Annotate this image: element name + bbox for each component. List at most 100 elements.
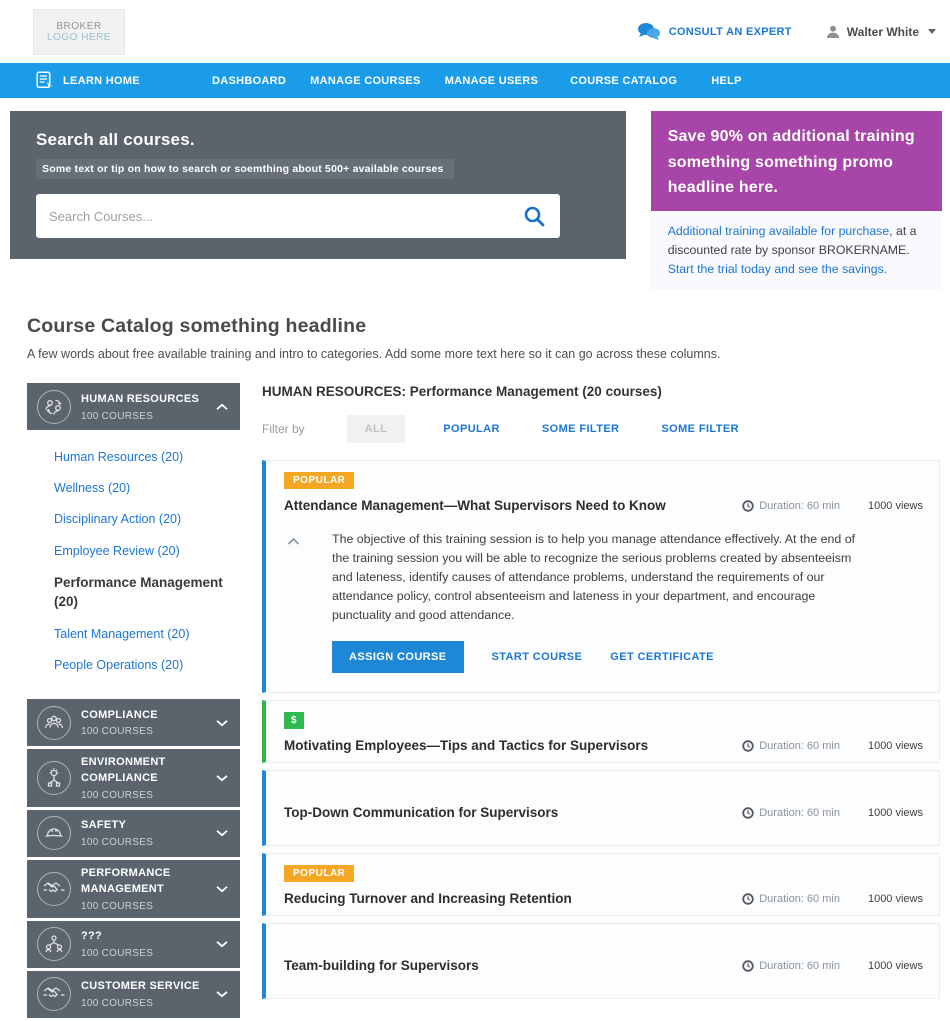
subitem-disciplinary-action[interactable]: Disciplinary Action (20) — [54, 510, 240, 528]
course-description: The objective of this training session i… — [332, 530, 872, 624]
course-card[interactable]: POPULAR Attendance Management—What Super… — [262, 460, 940, 693]
course-views: 1000 views — [868, 500, 923, 512]
course-views: 1000 views — [868, 740, 923, 752]
broker-logo[interactable]: BROKER LOGO HERE — [33, 9, 125, 55]
nav-learn-home[interactable]: LEARN HOME — [36, 71, 140, 90]
course-card[interactable]: POPULAR Reducing Turnover and Increasing… — [262, 853, 940, 916]
chevron-down-icon — [216, 885, 228, 893]
nav-dashboard[interactable]: DASHBOARD — [212, 75, 286, 87]
assign-course-button[interactable]: ASSIGN COURSE — [332, 641, 464, 673]
consult-expert-link[interactable]: CONSULT AN EXPERT — [637, 22, 792, 41]
handshake-icon — [37, 872, 71, 906]
nav-course-catalog[interactable]: COURSE CATALOG — [570, 75, 677, 87]
search-panel: Search all courses. Some text or tip on … — [10, 111, 626, 259]
filter-all[interactable]: ALL — [347, 415, 406, 443]
sidebar-item-safety[interactable]: SAFETY 100 COURSES — [27, 810, 240, 857]
learn-home-icon — [36, 71, 54, 90]
filter-by-label: Filter by — [262, 422, 305, 436]
sidebar-item-performance-management[interactable]: PERFORMANCE MANAGEMENT 100 COURSES — [27, 860, 240, 918]
chevron-down-icon — [216, 774, 228, 782]
section-title: HUMAN RESOURCES: Performance Management … — [262, 384, 940, 399]
category-name: HUMAN RESOURCES — [81, 392, 206, 408]
subitem-talent-management[interactable]: Talent Management (20) — [54, 625, 240, 643]
course-views: 1000 views — [868, 807, 923, 819]
people-sync-icon — [37, 390, 71, 424]
search-bar — [36, 194, 560, 238]
chevron-up-icon — [216, 403, 228, 411]
category-name: PERFORMANCE MANAGEMENT — [81, 866, 191, 898]
nav-manage-users[interactable]: MANAGE USERS — [445, 75, 538, 87]
popular-badge: POPULAR — [284, 865, 354, 882]
category-name: ENVIRONMENT COMPLIANCE — [81, 755, 191, 787]
category-count: 100 COURSES — [81, 901, 206, 912]
promo-trial-link[interactable]: Start the trial today and see the saving… — [668, 262, 887, 276]
popular-badge: POPULAR — [284, 472, 354, 489]
page-subtitle: A few words about free available trainin… — [27, 347, 950, 361]
nav-help[interactable]: HELP — [711, 75, 742, 87]
clock-icon — [742, 960, 754, 972]
chevron-down-icon — [216, 940, 228, 948]
subitem-people-operations[interactable]: People Operations (20) — [54, 656, 240, 674]
caret-down-icon — [928, 29, 936, 34]
subcategory-list: Human Resources (20) Wellness (20) Disci… — [27, 433, 240, 699]
top-header: BROKER LOGO HERE CONSULT AN EXPERT — [0, 0, 950, 63]
logo-line1: BROKER — [56, 21, 101, 32]
start-course-button[interactable]: START COURSE — [492, 651, 583, 663]
collapse-chevron-icon[interactable] — [287, 537, 300, 546]
search-icon[interactable] — [523, 205, 546, 228]
subitem-human-resources[interactable]: Human Resources (20) — [54, 448, 240, 466]
consult-expert-label: CONSULT AN EXPERT — [669, 26, 792, 38]
logo-line2: LOGO HERE — [47, 32, 111, 43]
sidebar-item-customer-service[interactable]: CUSTOMER SERVICE 100 COURSES — [27, 971, 240, 1018]
search-input[interactable] — [49, 209, 523, 224]
course-views: 1000 views — [868, 893, 923, 905]
course-views: 1000 views — [868, 960, 923, 972]
course-title: Reducing Turnover and Increasing Retenti… — [284, 891, 742, 906]
filter-bar: Filter by ALL POPULAR SOME FILTER SOME F… — [262, 415, 940, 443]
clock-icon — [742, 807, 754, 819]
course-title: Top-Down Communication for Supervisors — [284, 805, 742, 820]
user-name: Walter White — [847, 25, 919, 39]
category-name: ??? — [81, 929, 206, 945]
course-card[interactable]: Top-Down Communication for Supervisors D… — [262, 770, 940, 846]
idea-icon — [37, 761, 71, 795]
filter-some-2[interactable]: SOME FILTER — [661, 423, 739, 435]
chevron-down-icon — [216, 990, 228, 998]
promo-purchase-link[interactable]: Additional training available for purcha… — [668, 224, 889, 238]
category-count: 100 COURSES — [81, 726, 206, 737]
get-certificate-button[interactable]: GET CERTIFICATE — [610, 651, 714, 663]
course-duration: Duration: 60 min — [742, 740, 840, 752]
sidebar-item-environment-compliance[interactable]: ENVIRONMENT COMPLIANCE 100 COURSES — [27, 749, 240, 807]
search-tip: Some text or tip on how to search or soe… — [36, 159, 454, 179]
sidebar-item-unknown[interactable]: ??? 100 COURSES — [27, 921, 240, 968]
course-duration: Duration: 60 min — [742, 500, 840, 512]
subitem-wellness[interactable]: Wellness (20) — [54, 479, 240, 497]
category-count: 100 COURSES — [81, 790, 206, 801]
clock-icon — [742, 740, 754, 752]
course-title: Motivating Employees—Tips and Tactics fo… — [284, 738, 742, 753]
subitem-employee-review[interactable]: Employee Review (20) — [54, 542, 240, 560]
dollar-badge: $ — [284, 712, 304, 729]
promo-line1-rest: , at a — [889, 224, 916, 238]
category-count: 100 COURSES — [81, 837, 206, 848]
course-card[interactable]: Team-building for Supervisors Duration: … — [262, 923, 940, 999]
subitem-performance-management[interactable]: Performance Management (20) — [54, 573, 240, 612]
category-count: 100 COURSES — [81, 411, 206, 422]
org-chart-icon — [37, 927, 71, 961]
filter-some-1[interactable]: SOME FILTER — [542, 423, 620, 435]
hardhat-icon — [37, 816, 71, 850]
user-icon — [826, 25, 840, 39]
nav-manage-courses[interactable]: MANAGE COURSES — [310, 75, 421, 87]
promo-note: Additional training available for purcha… — [651, 211, 942, 290]
filter-popular[interactable]: POPULAR — [443, 423, 500, 435]
clock-icon — [742, 893, 754, 905]
course-card[interactable]: $ Motivating Employees—Tips and Tactics … — [262, 700, 940, 763]
search-panel-title: Search all courses. — [36, 130, 598, 150]
promo-banner: Save 90% on additional training somethin… — [651, 111, 942, 211]
user-menu[interactable]: Walter White — [826, 25, 936, 39]
chevron-down-icon — [216, 719, 228, 727]
category-sidebar: HUMAN RESOURCES 100 COURSES Human Resour… — [27, 383, 240, 1021]
course-title: Attendance Management—What Supervisors N… — [284, 498, 742, 513]
sidebar-item-human-resources[interactable]: HUMAN RESOURCES 100 COURSES — [27, 383, 240, 430]
sidebar-item-compliance[interactable]: COMPLIANCE 100 COURSES — [27, 699, 240, 746]
